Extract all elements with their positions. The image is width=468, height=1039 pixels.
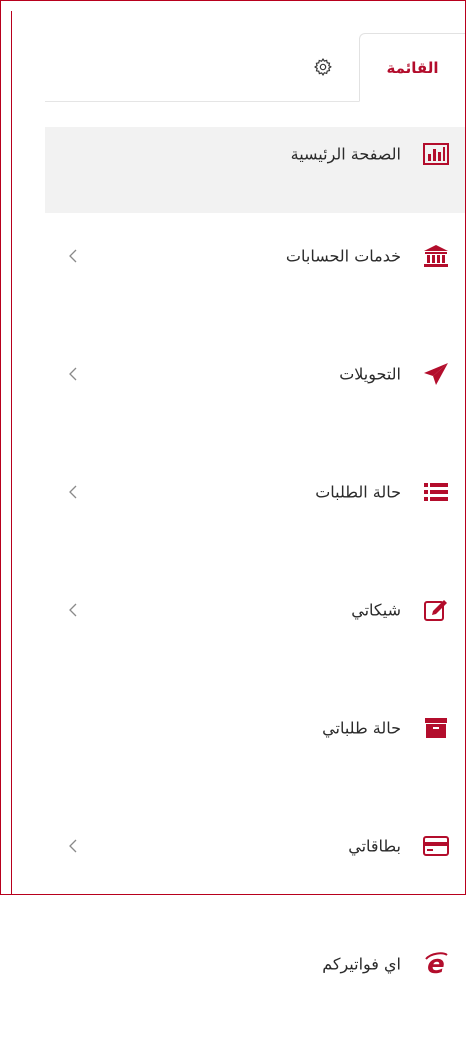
menu-item-e-bills[interactable]: e اي فواتيركم — [45, 921, 465, 1039]
settings-tab[interactable] — [309, 53, 337, 81]
gear-icon — [314, 58, 332, 76]
bank-icon — [421, 241, 451, 271]
menu-item-my-checks[interactable]: شيكاتي — [45, 567, 465, 685]
menu-item-label: التحويلات — [339, 364, 401, 384]
menu-item-label: حالة الطلبات — [315, 482, 401, 502]
menu-tabs: القائمة — [45, 33, 465, 102]
menu-item-my-cards[interactable]: بطاقاتي — [45, 803, 465, 921]
edit-check-icon — [421, 595, 451, 625]
chevron-left-icon — [63, 482, 83, 502]
archive-box-icon — [421, 713, 451, 743]
menu-item-label: خدمات الحسابات — [285, 246, 401, 266]
chevron-left-icon — [63, 364, 83, 384]
menu-item-account-services[interactable]: خدمات الحسابات — [45, 213, 465, 331]
menu-item-transfers[interactable]: التحويلات — [45, 331, 465, 449]
chart-bars-icon — [421, 139, 451, 169]
tab-menu[interactable]: القائمة — [359, 33, 465, 102]
chevron-left-icon — [63, 836, 83, 856]
chevron-left-icon — [63, 246, 83, 266]
e-bills-icon: e — [421, 949, 451, 979]
side-menu-panel: القائمة الصفحة الرئيسية خدمات الحسابات ا… — [0, 0, 466, 977]
menu-item-label: حالة طلباتي — [322, 718, 401, 738]
paper-plane-icon — [421, 359, 451, 389]
tab-menu-label: القائمة — [386, 58, 439, 77]
menu-item-home[interactable]: الصفحة الرئيسية — [45, 127, 465, 213]
menu-item-my-requests-status[interactable]: حالة طلباتي — [45, 685, 465, 803]
list-icon — [421, 477, 451, 507]
menu-item-requests-status[interactable]: حالة الطلبات — [45, 449, 465, 567]
main-menu: الصفحة الرئيسية خدمات الحسابات التحويلات… — [45, 127, 465, 1039]
chevron-left-icon — [63, 600, 83, 620]
menu-item-label: الصفحة الرئيسية — [290, 144, 401, 164]
menu-item-label: اي فواتيركم — [322, 954, 401, 974]
menu-item-label: بطاقاتي — [348, 836, 401, 856]
menu-item-label: شيكاتي — [351, 600, 401, 620]
credit-card-icon — [421, 831, 451, 861]
